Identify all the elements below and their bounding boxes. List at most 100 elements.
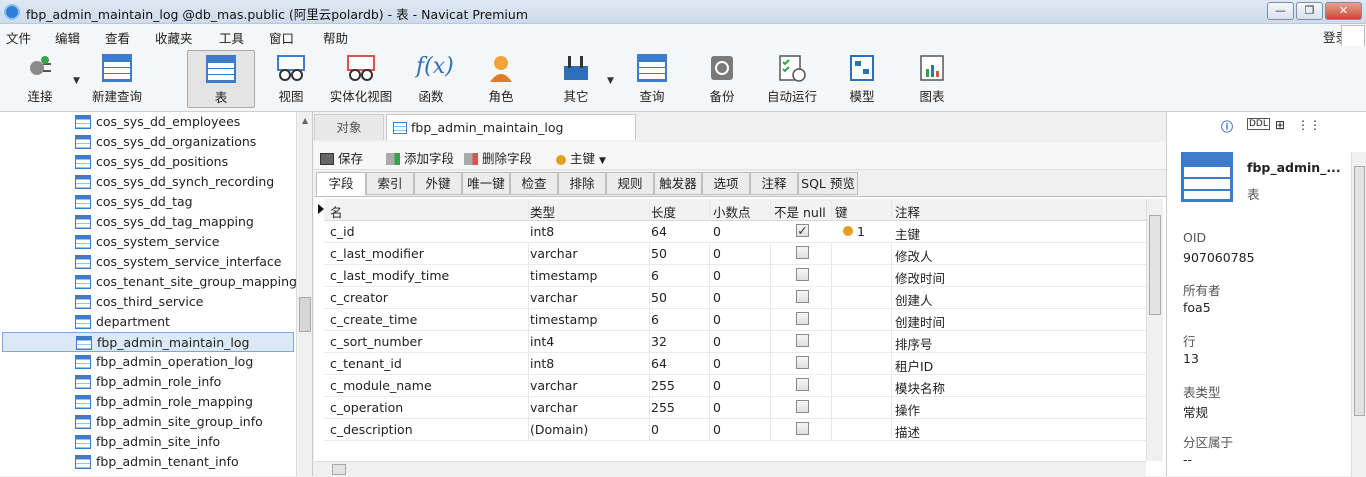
cell-decimal[interactable]: 0 — [713, 268, 721, 283]
cell-comment[interactable]: 操作 — [895, 400, 920, 419]
primary-key-button[interactable]: 主键 ▼ — [556, 148, 606, 167]
table-button[interactable]: 表 — [187, 50, 255, 108]
grid-horizontal-scrollbar[interactable] — [314, 461, 1146, 477]
other-button[interactable]: 其它 — [544, 50, 608, 108]
table-row[interactable]: c_creator varchar 50 0 创建人 — [324, 287, 1146, 309]
tree-item-table[interactable]: cos_sys_dd_tag_mapping — [0, 212, 296, 232]
tree-item-table[interactable]: fbp_admin_role_mapping — [0, 392, 296, 412]
menu-file[interactable]: 文件 — [6, 28, 31, 47]
query-button[interactable]: 查询 — [620, 50, 684, 108]
view-button[interactable]: 视图 — [259, 50, 323, 108]
tree-item-table[interactable]: fbp_admin_operation_log — [0, 352, 296, 372]
cell-comment[interactable]: 创建时间 — [895, 312, 945, 331]
cell-type[interactable]: int8 — [530, 224, 554, 239]
tree-item-table[interactable]: cos_third_service — [0, 292, 296, 312]
ddl-icon[interactable]: DDL — [1247, 118, 1270, 130]
minimize-button[interactable]: — — [1267, 2, 1294, 20]
tree-item-table[interactable]: cos_system_service_interface — [0, 252, 296, 272]
table-row[interactable]: c_sort_number int4 32 0 排序号 — [324, 331, 1146, 353]
cell-comment[interactable]: 修改时间 — [895, 268, 945, 287]
cell-comment[interactable]: 创建人 — [895, 290, 933, 309]
not-null-checkbox[interactable]: ✓ — [796, 224, 809, 237]
not-null-checkbox[interactable] — [796, 290, 809, 303]
cell-decimal[interactable]: 0 — [713, 334, 721, 349]
table-row[interactable]: c_id int8 64 0 主键 ✓ 1 — [324, 221, 1146, 243]
cell-type[interactable]: varchar — [530, 290, 578, 305]
grid-scroll-thumb[interactable] — [1149, 215, 1161, 315]
col-comment-header[interactable]: 注释 — [895, 202, 920, 221]
cell-name[interactable]: c_last_modifier — [330, 246, 424, 261]
dependencies-icon[interactable]: ⋮⋮ — [1297, 118, 1321, 132]
other-dropdown-caret[interactable]: ▼ — [607, 76, 614, 86]
table-row[interactable]: c_tenant_id int8 64 0 租户ID — [324, 353, 1146, 375]
tab-comment[interactable]: 注释 — [750, 172, 798, 195]
cell-comment[interactable]: 描述 — [895, 422, 920, 441]
cell-length[interactable]: 6 — [651, 312, 659, 327]
cell-decimal[interactable]: 0 — [713, 290, 721, 305]
tab-unique-keys[interactable]: 唯一键 — [462, 172, 510, 195]
grid-vertical-scrollbar[interactable] — [1146, 199, 1163, 461]
info-scroll-thumb[interactable] — [1354, 166, 1365, 416]
col-decimal-header[interactable]: 小数点 — [713, 202, 751, 221]
cell-type[interactable]: varchar — [530, 378, 578, 393]
add-field-button[interactable]: 添加字段 — [386, 148, 454, 167]
backup-button[interactable]: 备份 — [690, 50, 754, 108]
cell-length[interactable]: 64 — [651, 356, 667, 371]
col-not-null-header[interactable]: 不是 null — [774, 202, 826, 221]
cell-decimal[interactable]: 0 — [713, 246, 721, 261]
tree-item-table[interactable]: fbp_admin_site_info — [0, 432, 296, 452]
connect-button[interactable]: 连接 — [8, 50, 72, 108]
tab-fields[interactable]: 字段 — [316, 172, 366, 196]
sidebar-scroll-thumb[interactable] — [299, 297, 311, 332]
chart-button[interactable]: 图表 — [900, 50, 964, 108]
delete-field-button[interactable]: 删除字段 — [464, 148, 532, 167]
cell-decimal[interactable]: 0 — [713, 356, 721, 371]
col-key-header[interactable]: 键 — [835, 202, 848, 221]
cell-decimal[interactable]: 0 — [713, 312, 721, 327]
menu-tools[interactable]: 工具 — [219, 28, 244, 47]
cell-name[interactable]: c_creator — [330, 290, 388, 305]
table-row[interactable]: c_create_time timestamp 6 0 创建时间 — [324, 309, 1146, 331]
model-button[interactable]: 模型 — [830, 50, 894, 108]
menu-favorites[interactable]: 收藏夹 — [155, 28, 193, 47]
close-button[interactable]: ✕ — [1325, 2, 1362, 20]
cell-comment[interactable]: 修改人 — [895, 246, 933, 265]
cell-decimal[interactable]: 0 — [713, 422, 721, 437]
tab-rules[interactable]: 规则 — [606, 172, 654, 195]
not-null-checkbox[interactable] — [796, 312, 809, 325]
tab-checks[interactable]: 检查 — [510, 172, 558, 195]
not-null-checkbox[interactable] — [796, 400, 809, 413]
cell-type[interactable]: timestamp — [530, 312, 597, 327]
function-button[interactable]: f(x) 函数 — [399, 50, 463, 108]
col-length-header[interactable]: 长度 — [651, 202, 676, 221]
menu-window[interactable]: 窗口 — [269, 28, 294, 47]
tree-item-table[interactable]: cos_sys_dd_tag — [0, 192, 296, 212]
menu-help[interactable]: 帮助 — [323, 28, 348, 47]
col-type-header[interactable]: 类型 — [530, 202, 555, 221]
table-row[interactable]: c_module_name varchar 255 0 模块名称 — [324, 375, 1146, 397]
cell-type[interactable]: int4 — [530, 334, 554, 349]
user-avatar-icon[interactable] — [1341, 25, 1365, 47]
cell-length[interactable]: 50 — [651, 246, 667, 261]
tree-item-table[interactable]: cos_system_service — [0, 232, 296, 252]
cell-length[interactable]: 50 — [651, 290, 667, 305]
cell-name[interactable]: c_operation — [330, 400, 403, 415]
menu-view[interactable]: 查看 — [105, 28, 130, 47]
cell-type[interactable]: int8 — [530, 356, 554, 371]
tree-item-table[interactable]: cos_sys_dd_employees — [0, 112, 296, 132]
tree-item-table[interactable]: department — [0, 312, 296, 332]
tab-objects[interactable]: 对象 — [314, 114, 384, 140]
cell-comment[interactable]: 排序号 — [895, 334, 933, 353]
tab-options[interactable]: 选项 — [702, 172, 750, 195]
cell-name[interactable]: c_sort_number — [330, 334, 422, 349]
menu-edit[interactable]: 编辑 — [55, 28, 80, 47]
cell-name[interactable]: c_last_modify_time — [330, 268, 449, 283]
cell-type[interactable]: (Domain) — [530, 422, 588, 437]
tree-item-table[interactable]: cos_tenant_site_group_mapping — [0, 272, 297, 292]
not-null-checkbox[interactable] — [796, 422, 809, 435]
cell-length[interactable]: 64 — [651, 224, 667, 239]
save-button[interactable]: 保存 — [320, 148, 363, 167]
sidebar-scrollbar[interactable]: ▲ — [296, 112, 312, 476]
cell-name[interactable]: c_tenant_id — [330, 356, 402, 371]
materialized-view-button[interactable]: 实体化视图 — [328, 50, 394, 108]
